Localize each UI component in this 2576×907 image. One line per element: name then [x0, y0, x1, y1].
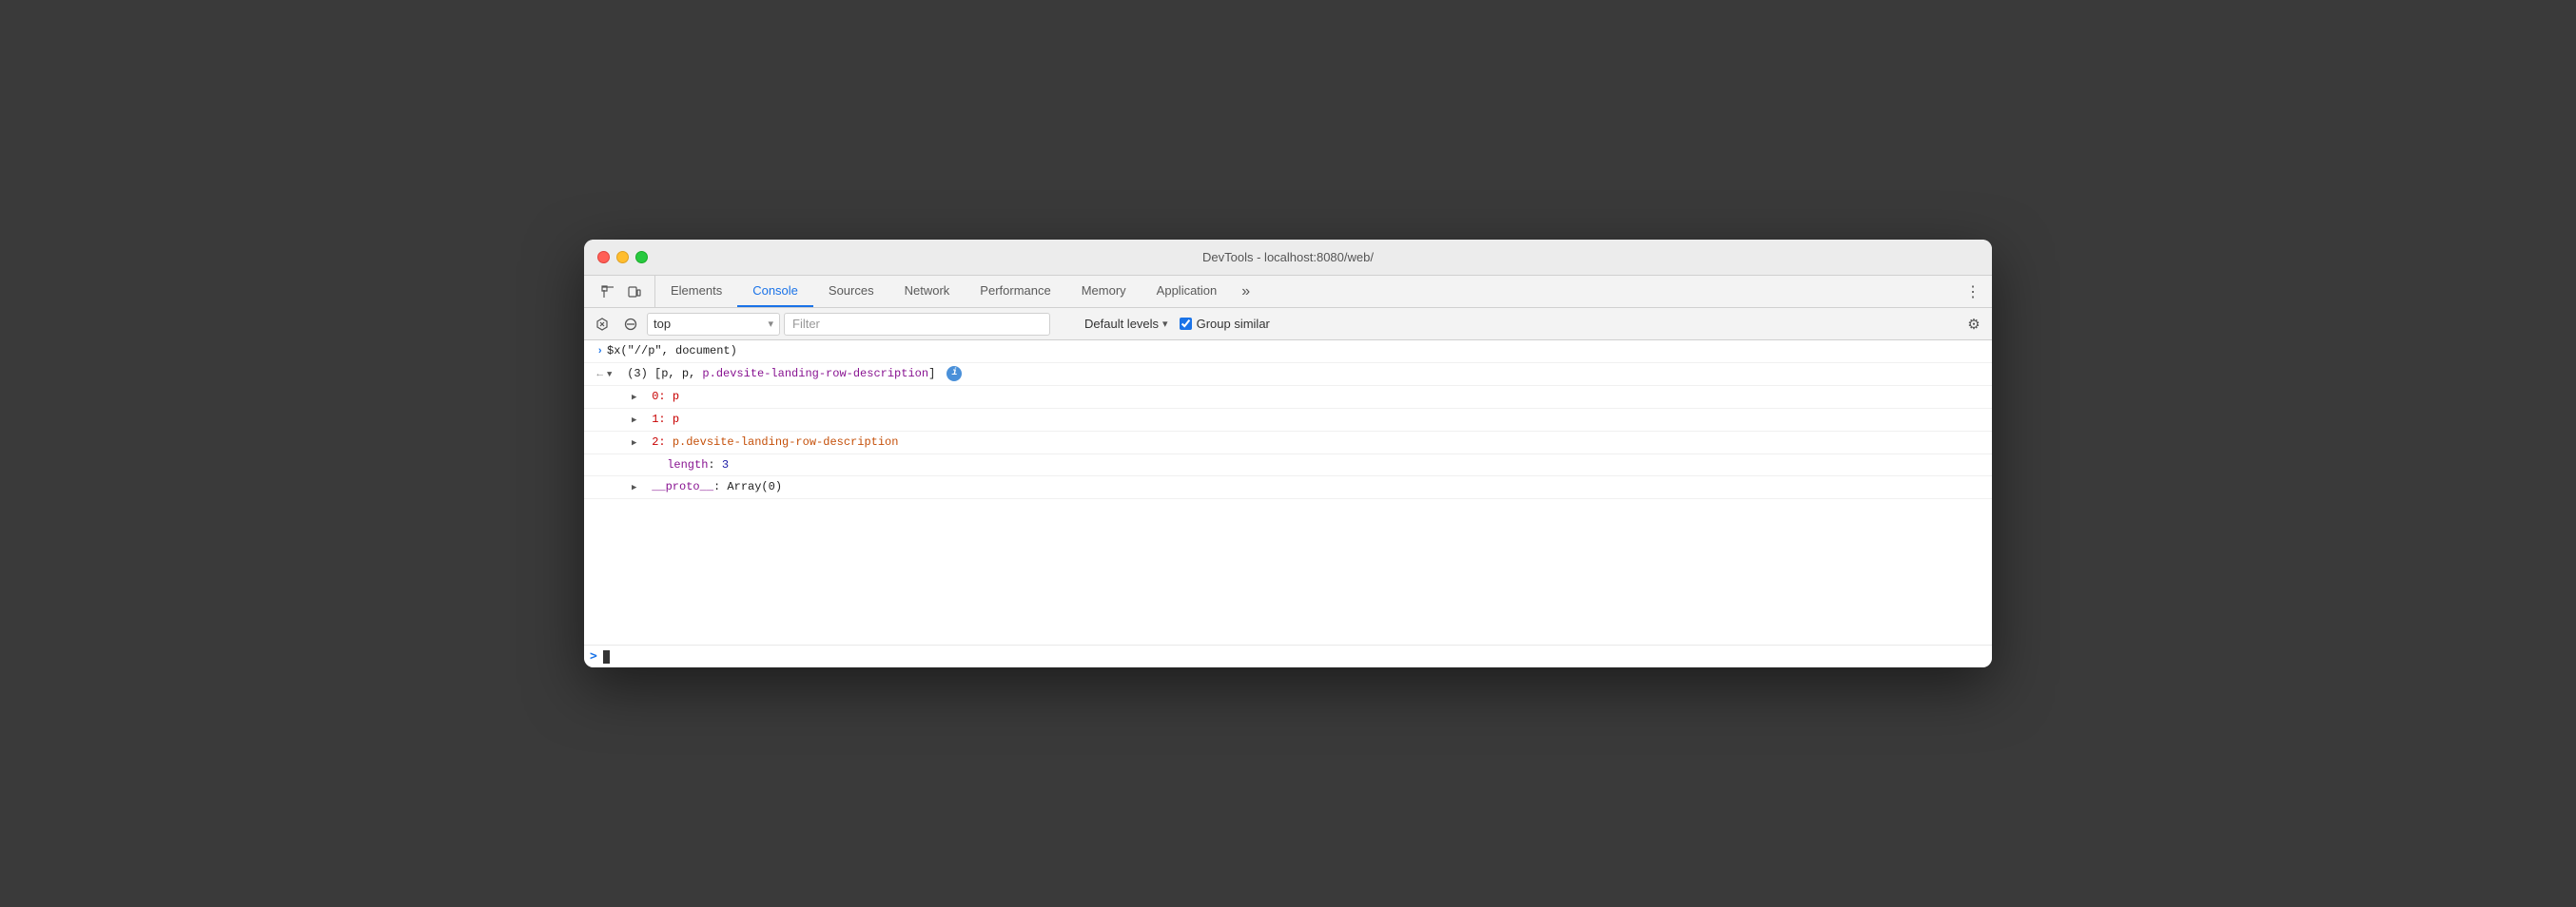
console-output: › $x("//p", document) ← (3) [p, p, p.dev… — [584, 340, 1992, 645]
maximize-button[interactable] — [635, 251, 648, 263]
console-input-area: > — [584, 645, 1992, 667]
expand-item-0-icon[interactable] — [632, 388, 645, 406]
console-command-line: › $x("//p", document) — [584, 340, 1992, 363]
minimize-button[interactable] — [616, 251, 629, 263]
group-similar-label[interactable]: Group similar — [1180, 317, 1270, 331]
expand-item-1-icon[interactable] — [632, 411, 645, 429]
proto-property[interactable]: __proto__: Array(0) — [584, 476, 1992, 499]
levels-arrow-icon: ▾ — [1162, 318, 1168, 330]
array-item-0[interactable]: 0: p — [584, 386, 1992, 409]
tab-bar-icons — [588, 276, 655, 307]
info-icon[interactable]: i — [946, 366, 962, 381]
close-button[interactable] — [597, 251, 610, 263]
context-value: top — [654, 317, 764, 331]
command-prompt: › — [590, 343, 607, 360]
command-text: $x("//p", document) — [607, 342, 1984, 359]
group-similar-checkbox[interactable] — [1180, 318, 1192, 330]
expand-proto-icon[interactable] — [632, 478, 645, 496]
input-prompt: > — [590, 649, 597, 664]
result-back-arrow: ← — [590, 366, 607, 383]
context-selector[interactable]: top ▾ — [647, 313, 780, 336]
no-entry-button[interactable] — [618, 312, 643, 337]
inspect-element-button[interactable] — [595, 280, 620, 304]
chevron-down-icon: ▾ — [768, 318, 773, 330]
more-tabs-button[interactable]: » — [1234, 276, 1258, 307]
array-item-2[interactable]: 2: p.devsite-landing-row-description — [584, 432, 1992, 454]
text-cursor — [603, 650, 610, 664]
tab-bar: Elements Console Sources Network Perform… — [584, 276, 1992, 308]
traffic-lights — [584, 251, 648, 263]
spacer — [584, 499, 1992, 511]
devtools-panel: Elements Console Sources Network Perform… — [584, 276, 1992, 667]
tab-elements[interactable]: Elements — [655, 276, 737, 307]
clear-console-button[interactable] — [590, 312, 615, 337]
expand-icon[interactable] — [607, 365, 620, 383]
window-title: DevTools - localhost:8080/web/ — [1202, 250, 1374, 264]
tab-memory[interactable]: Memory — [1066, 276, 1142, 307]
tab-network[interactable]: Network — [889, 276, 966, 307]
device-toolbar-button[interactable] — [622, 280, 647, 304]
devtools-settings-button[interactable]: ⋮ — [1954, 276, 1992, 307]
expand-item-2-icon[interactable] — [632, 434, 645, 452]
tab-performance[interactable]: Performance — [965, 276, 1065, 307]
tab-application[interactable]: Application — [1142, 276, 1233, 307]
tab-console[interactable]: Console — [737, 276, 813, 307]
tab-sources[interactable]: Sources — [813, 276, 889, 307]
console-settings-button[interactable]: ⚙ — [1961, 312, 1986, 337]
devtools-window: DevTools - localhost:8080/web/ — [584, 240, 1992, 667]
default-levels-button[interactable]: Default levels ▾ — [1077, 313, 1176, 336]
array-length-property: length: 3 — [584, 454, 1992, 476]
result-content: (3) [p, p, p.devsite-landing-row-descrip… — [607, 365, 1984, 383]
result-header-line[interactable]: ← (3) [p, p, p.devsite-landing-row-descr… — [584, 363, 1992, 386]
console-toolbar: top ▾ Default levels ▾ Group similar ⚙ — [584, 308, 1992, 340]
filter-input[interactable] — [784, 313, 1050, 336]
title-bar: DevTools - localhost:8080/web/ — [584, 240, 1992, 276]
array-item-1[interactable]: 1: p — [584, 409, 1992, 432]
